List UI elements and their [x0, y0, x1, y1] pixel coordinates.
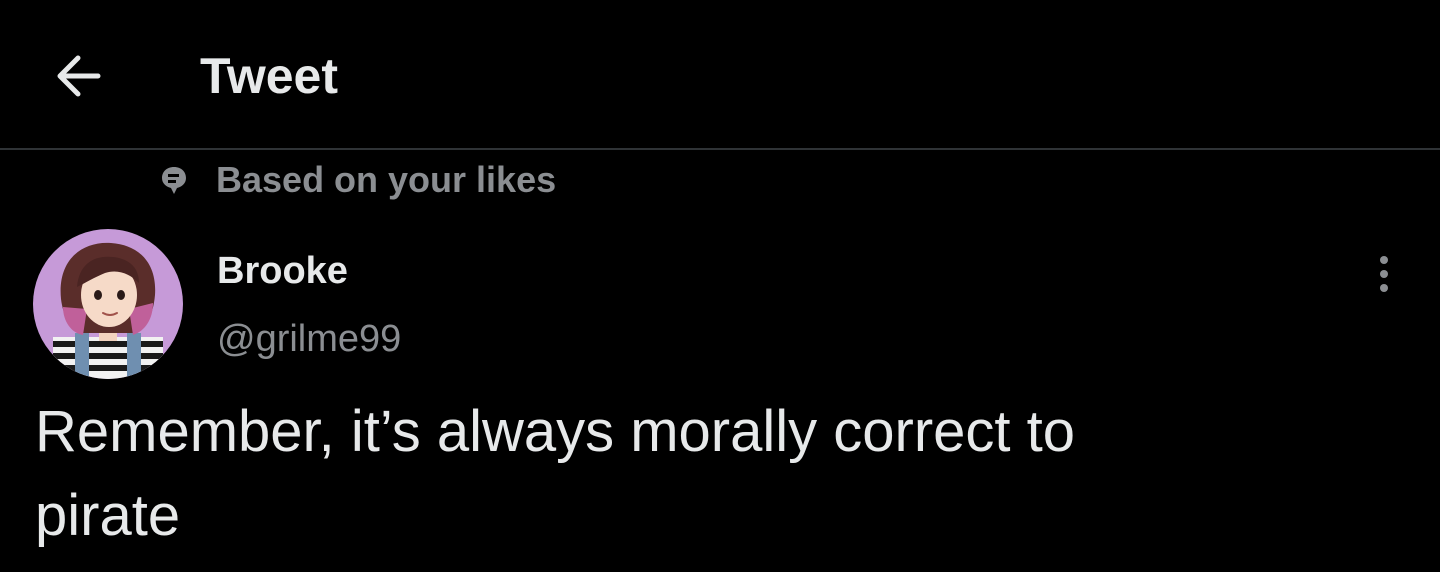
back-button[interactable]: [40, 38, 116, 114]
author-handle[interactable]: @grilme99: [217, 316, 401, 362]
social-context: Based on your likes: [150, 152, 556, 208]
page-title: Tweet: [200, 48, 338, 104]
arrow-left-icon: [57, 55, 101, 97]
top-bar: Tweet: [0, 0, 1440, 150]
spark-bubble-icon: [150, 156, 198, 204]
tweet-text: Remember, it’s always morally correct to…: [35, 399, 1076, 548]
social-context-label: Based on your likes: [216, 159, 557, 200]
author-display-name[interactable]: Brooke: [217, 248, 348, 294]
avatar[interactable]: [33, 229, 183, 379]
more-vertical-icon: [1380, 256, 1388, 292]
more-options-button[interactable]: [1360, 250, 1408, 298]
